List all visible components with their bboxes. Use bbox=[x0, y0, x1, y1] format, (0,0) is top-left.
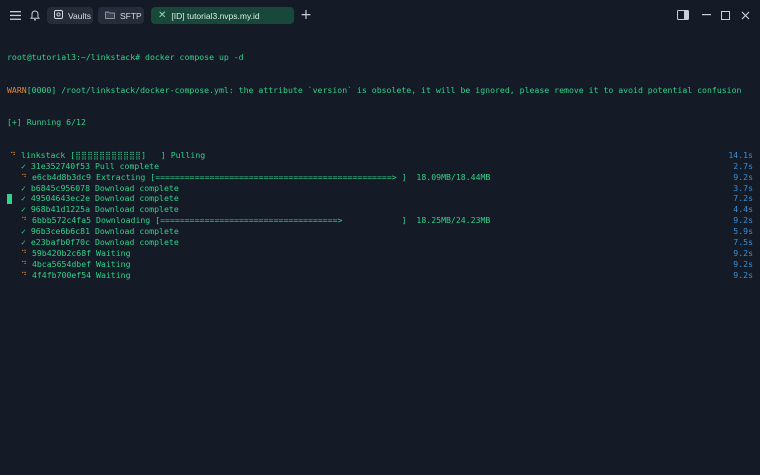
elapsed-time: 3.7s bbox=[733, 182, 753, 193]
pull-row-text: 6bbb572c4fa5 Downloading [==============… bbox=[31, 215, 491, 226]
running-status: [+] Running 6/12 bbox=[7, 117, 86, 128]
maximize-icon[interactable] bbox=[718, 8, 732, 22]
warning-line: WARN[0000] /root/linkstack/docker-compos… bbox=[7, 85, 753, 96]
pull-row: ✓ 96b3ce6b6c81 Download complete 5.9s bbox=[7, 226, 753, 237]
check-icon: ✓ bbox=[21, 193, 26, 204]
vault-icon bbox=[54, 10, 63, 21]
pull-row: ✓ 968b41d1225a Download complete 4.4s bbox=[7, 204, 753, 215]
pull-row: ✓ e23bafb0f70c Download complete 7.5s bbox=[7, 237, 753, 248]
tab-vaults[interactable]: Vaults bbox=[47, 7, 93, 24]
menu-icon[interactable] bbox=[7, 7, 23, 23]
spinner-icon: ⠙ bbox=[21, 247, 27, 258]
pull-row: ✓ 31e352740f53 Pull complete 2.7s bbox=[7, 161, 753, 172]
check-icon: ✓ bbox=[21, 182, 26, 193]
tab-label: SFTP bbox=[120, 10, 142, 21]
pull-row: ⠙ 4bca5654dbef Waiting 9.2s bbox=[7, 259, 753, 270]
check-icon: ✓ bbox=[21, 160, 26, 171]
spinner-icon: ⠙ bbox=[21, 269, 27, 280]
warn-text: [0000] /root/linkstack/docker-compose.ym… bbox=[26, 84, 742, 95]
elapsed-time: 9.2s bbox=[733, 258, 753, 269]
check-icon: ✓ bbox=[21, 226, 26, 237]
pull-row-text: e6cb4d8b3dc9 Extracting [===============… bbox=[31, 171, 491, 182]
check-icon: ✓ bbox=[21, 204, 26, 215]
close-icon[interactable]: ✕ bbox=[158, 10, 166, 21]
warn-tag: WARN bbox=[7, 84, 27, 95]
pull-row: ⠙ linkstack [⣿⣿⣿⣿⣿⣿⣿⣿⣿⣿⣿] ] Pulling 14.1s bbox=[7, 150, 753, 161]
elapsed-time: 7.5s bbox=[733, 237, 753, 248]
terminal-output[interactable]: root@tutorial3:~/linkstack# docker compo… bbox=[7, 30, 753, 292]
elapsed-time: 5.9s bbox=[733, 226, 753, 237]
bell-icon[interactable] bbox=[27, 7, 43, 23]
pull-row: ✓ b6845c956078 Download complete 3.7s bbox=[7, 183, 753, 194]
folder-icon bbox=[105, 11, 115, 21]
pull-row: ⠙ 4f4fb700ef54 Waiting 9.2s bbox=[7, 270, 753, 281]
spinner-icon: ⠙ bbox=[21, 258, 27, 269]
pull-row-text: b6845c956078 Download complete bbox=[30, 182, 179, 193]
pull-row-text: linkstack [⣿⣿⣿⣿⣿⣿⣿⣿⣿⣿⣿] ] Pulling bbox=[20, 149, 206, 160]
pull-row: ⠙ e6cb4d8b3dc9 Extracting [=============… bbox=[7, 172, 753, 183]
spinner-icon: ⠙ bbox=[21, 171, 27, 182]
close-window-icon[interactable] bbox=[738, 8, 752, 22]
title-bar: Vaults SFTP ✕ [ID] tutorial3.nvps.my.id … bbox=[0, 0, 760, 30]
spinner-icon: ⠙ bbox=[10, 149, 16, 160]
tab-label: [ID] tutorial3.nvps.my.id bbox=[171, 10, 260, 21]
elapsed-time: 9.2s bbox=[733, 269, 753, 280]
pull-row-text: 968b41d1225a Download complete bbox=[30, 204, 179, 215]
pull-row: ✓ 49504643ec2e Download complete 7.2s bbox=[7, 193, 753, 204]
check-icon: ✓ bbox=[21, 237, 26, 248]
terminal-cursor bbox=[7, 194, 12, 204]
elapsed-time: 9.2s bbox=[733, 215, 753, 226]
tab-ssh-session[interactable]: ✕ [ID] tutorial3.nvps.my.id bbox=[151, 7, 294, 24]
prompt-line: root@tutorial3:~/linkstack# docker compo… bbox=[7, 51, 244, 62]
elapsed-time: 9.2s bbox=[733, 171, 753, 182]
pull-row-text: 49504643ec2e Download complete bbox=[30, 193, 179, 204]
tab-sftp[interactable]: SFTP bbox=[98, 7, 144, 24]
sidebar-toggle-icon[interactable] bbox=[676, 8, 690, 22]
pull-row-text: 4bca5654dbef Waiting bbox=[31, 258, 131, 269]
elapsed-time: 14.1s bbox=[728, 149, 753, 160]
elapsed-time: 4.4s bbox=[733, 204, 753, 215]
pull-row-text: 31e352740f53 Pull complete bbox=[30, 160, 160, 171]
elapsed-time: 9.2s bbox=[733, 247, 753, 258]
minimize-icon[interactable] bbox=[699, 8, 713, 22]
pull-row-text: 96b3ce6b6c81 Download complete bbox=[30, 226, 179, 237]
tab-label: Vaults bbox=[68, 10, 91, 21]
elapsed-time: 7.2s bbox=[733, 193, 753, 204]
pull-row-text: e23bafb0f70c Download complete bbox=[30, 237, 179, 248]
elapsed-time: 2.7s bbox=[733, 160, 753, 171]
pull-row-text: 4f4fb700ef54 Waiting bbox=[31, 269, 131, 280]
spinner-icon: ⠙ bbox=[21, 215, 27, 226]
plus-icon[interactable]: + bbox=[298, 7, 314, 23]
pull-row-text: 59b420b2c68f Waiting bbox=[31, 247, 131, 258]
pull-row: ⠙ 59b420b2c68f Waiting 9.2s bbox=[7, 248, 753, 259]
pull-row: ⠙ 6bbb572c4fa5 Downloading [============… bbox=[7, 215, 753, 226]
